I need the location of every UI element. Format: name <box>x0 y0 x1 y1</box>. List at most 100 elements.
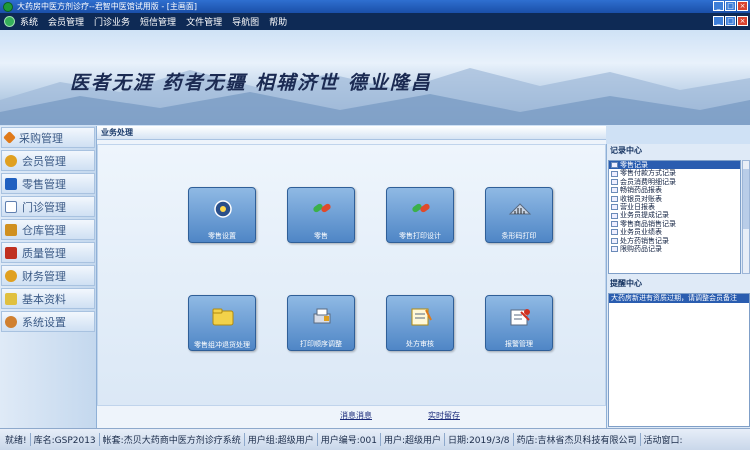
sidebar-item-purchase[interactable]: 采购管理 <box>1 127 95 148</box>
menu-sms[interactable]: 短信管理 <box>140 15 176 28</box>
tile-label: 条形码打印 <box>501 232 537 240</box>
sidebar-item-label: 零售管理 <box>22 177 66 191</box>
maximize-button[interactable]: □ <box>725 1 736 11</box>
sidebar-item-label: 质量管理 <box>22 246 66 260</box>
member-icon <box>5 154 17 167</box>
tile-label: 零售 <box>314 232 328 240</box>
barcode-printer-icon <box>508 203 532 215</box>
system-menu-icon[interactable] <box>4 16 15 27</box>
record-icon <box>611 170 618 177</box>
banner-slogan: 医者无涯 药者无疆 相辅济世 德业隆昌 <box>70 72 432 94</box>
status-database: 库名:GSP2013 <box>31 433 100 446</box>
sidebar-item-retail[interactable]: 零售管理 <box>1 173 95 194</box>
records-scrollbar[interactable] <box>742 160 750 274</box>
record-item[interactable]: 畅销药品报表 <box>609 186 740 194</box>
menu-help[interactable]: 帮助 <box>269 15 287 28</box>
sidebar-item-label: 会员管理 <box>22 154 66 168</box>
menu-navigation[interactable]: 导航图 <box>232 15 259 28</box>
tile-label: 处方审核 <box>406 340 434 348</box>
record-item[interactable]: 业务员提成记录 <box>609 211 740 219</box>
record-item[interactable]: 限购药品记录 <box>609 245 740 253</box>
pills-icon <box>412 203 430 213</box>
quality-icon <box>5 246 17 259</box>
sidebar-item-settings[interactable]: 系统设置 <box>1 311 95 332</box>
tile-label: 零售组冲退货处理 <box>194 341 250 349</box>
window-controls: _ □ × <box>713 1 748 11</box>
status-account: 帐套:杰贝大药商中医方剂诊疗系统 <box>100 433 245 446</box>
retail-icon <box>5 177 17 190</box>
clinic-icon <box>5 200 17 213</box>
sidebar-item-warehouse[interactable]: 仓库管理 <box>1 219 95 240</box>
sidebar-item-clinic[interactable]: 门诊管理 <box>1 196 95 217</box>
sidebar-item-basic-data[interactable]: 基本资料 <box>1 288 95 309</box>
menu-files[interactable]: 文件管理 <box>186 15 222 28</box>
menu-bar: 系统 会员管理 门诊业务 短信管理 文件管理 导航图 帮助 _ □ × <box>0 13 750 30</box>
tile-label: 报警管理 <box>505 340 533 348</box>
records-list: 零售记录 零售付款方式记录 会员消费明细记录 畅销药品报表 收银员对账表 营业日… <box>608 160 741 274</box>
menu-member[interactable]: 会员管理 <box>48 15 84 28</box>
warehouse-icon <box>5 223 17 236</box>
sidebar-item-label: 仓库管理 <box>22 223 66 237</box>
close-button[interactable]: × <box>737 1 748 11</box>
record-icon <box>611 162 618 169</box>
reminder-item[interactable]: 大药房新进有资质过期，请调整会员备注 <box>609 294 749 303</box>
right-panel: 记录中心 零售记录 零售付款方式记录 会员消费明细记录 畅销药品报表 收银员对账… <box>606 144 750 428</box>
tile-retail-settings[interactable]: 零售设置 <box>188 187 256 243</box>
status-user-id: 用户编号:001 <box>318 433 381 446</box>
record-item[interactable]: 业务员业绩表 <box>609 228 740 236</box>
reminder-list: 大药房新进有资质过期，请调整会员备注 <box>608 293 750 427</box>
messages-link[interactable]: 消息消息 <box>340 410 372 421</box>
diamond-icon <box>3 131 16 144</box>
title-bar: 大药房中医方剂诊疗--君智中医馆试用版 - [主画面] _ □ × <box>0 0 750 13</box>
record-icon <box>611 204 618 211</box>
child-close-button[interactable]: × <box>737 16 748 26</box>
folder-icon <box>5 292 17 305</box>
child-restore-button[interactable]: □ <box>725 16 736 26</box>
section-header: 业务处理 <box>97 126 606 140</box>
tile-retail[interactable]: 零售 <box>287 187 355 243</box>
record-icon <box>611 187 618 194</box>
record-item[interactable]: 处方药销售记录 <box>609 237 740 245</box>
record-icon <box>611 212 618 219</box>
realtime-link[interactable]: 实时留存 <box>428 410 460 421</box>
tile-retail-return-processing[interactable]: 零售组冲退货处理 <box>188 295 256 351</box>
menu-system[interactable]: 系统 <box>20 15 38 28</box>
sidebar-item-label: 门诊管理 <box>22 200 66 214</box>
scroll-thumb[interactable] <box>743 169 749 229</box>
status-user-group: 用户组:超级用户 <box>245 433 318 446</box>
record-item[interactable]: 零售付款方式记录 <box>609 169 740 177</box>
app-window: 大药房中医方剂诊疗--君智中医馆试用版 - [主画面] _ □ × 系统 会员管… <box>0 0 750 450</box>
tile-label: 零售打印设计 <box>399 232 441 240</box>
status-store: 药店:吉林省杰贝科技有限公司 <box>514 433 641 446</box>
record-icon <box>611 229 618 236</box>
settings-icon <box>5 315 17 328</box>
record-item[interactable]: 零售商品销售记录 <box>609 220 740 228</box>
tile-barcode-print[interactable]: 条形码打印 <box>485 187 553 243</box>
child-minimize-button[interactable]: _ <box>713 16 724 26</box>
record-item[interactable]: 收银员对账表 <box>609 195 740 203</box>
sidebar-item-label: 采购管理 <box>19 131 63 145</box>
tile-retail-print-design[interactable]: 零售打印设计 <box>386 187 454 243</box>
sidebar-item-finance[interactable]: 财务管理 <box>1 265 95 286</box>
menu-clinic[interactable]: 门诊业务 <box>94 15 130 28</box>
bottom-links: 消息消息 实时留存 <box>97 410 606 424</box>
record-icon <box>611 237 618 244</box>
banner: 医者无涯 药者无疆 相辅济世 德业隆昌 <box>0 30 750 125</box>
tile-print-order-adjust[interactable]: 打印顺序调整 <box>287 295 355 351</box>
minimize-button[interactable]: _ <box>713 1 724 11</box>
status-user: 用户:超级用户 <box>381 433 446 446</box>
tile-prescription-review[interactable]: 处方审核 <box>386 295 454 351</box>
settings-icon <box>214 200 232 218</box>
tile-label: 零售设置 <box>208 232 236 240</box>
record-item[interactable]: 会员消费明细记录 <box>609 178 740 186</box>
status-date: 日期:2019/3/8 <box>445 433 514 446</box>
print-order-icon <box>313 308 331 324</box>
child-window-controls: _ □ × <box>713 16 748 26</box>
sidebar-item-quality[interactable]: 质量管理 <box>1 242 95 263</box>
sidebar-item-label: 基本资料 <box>22 292 66 306</box>
sidebar-item-member[interactable]: 会员管理 <box>1 150 95 171</box>
tile-alarm-management[interactable]: 报警管理 <box>485 295 553 351</box>
sidebar-item-label: 系统设置 <box>22 315 66 329</box>
app-icon <box>3 1 13 12</box>
records-center-title: 记录中心 <box>610 146 642 155</box>
